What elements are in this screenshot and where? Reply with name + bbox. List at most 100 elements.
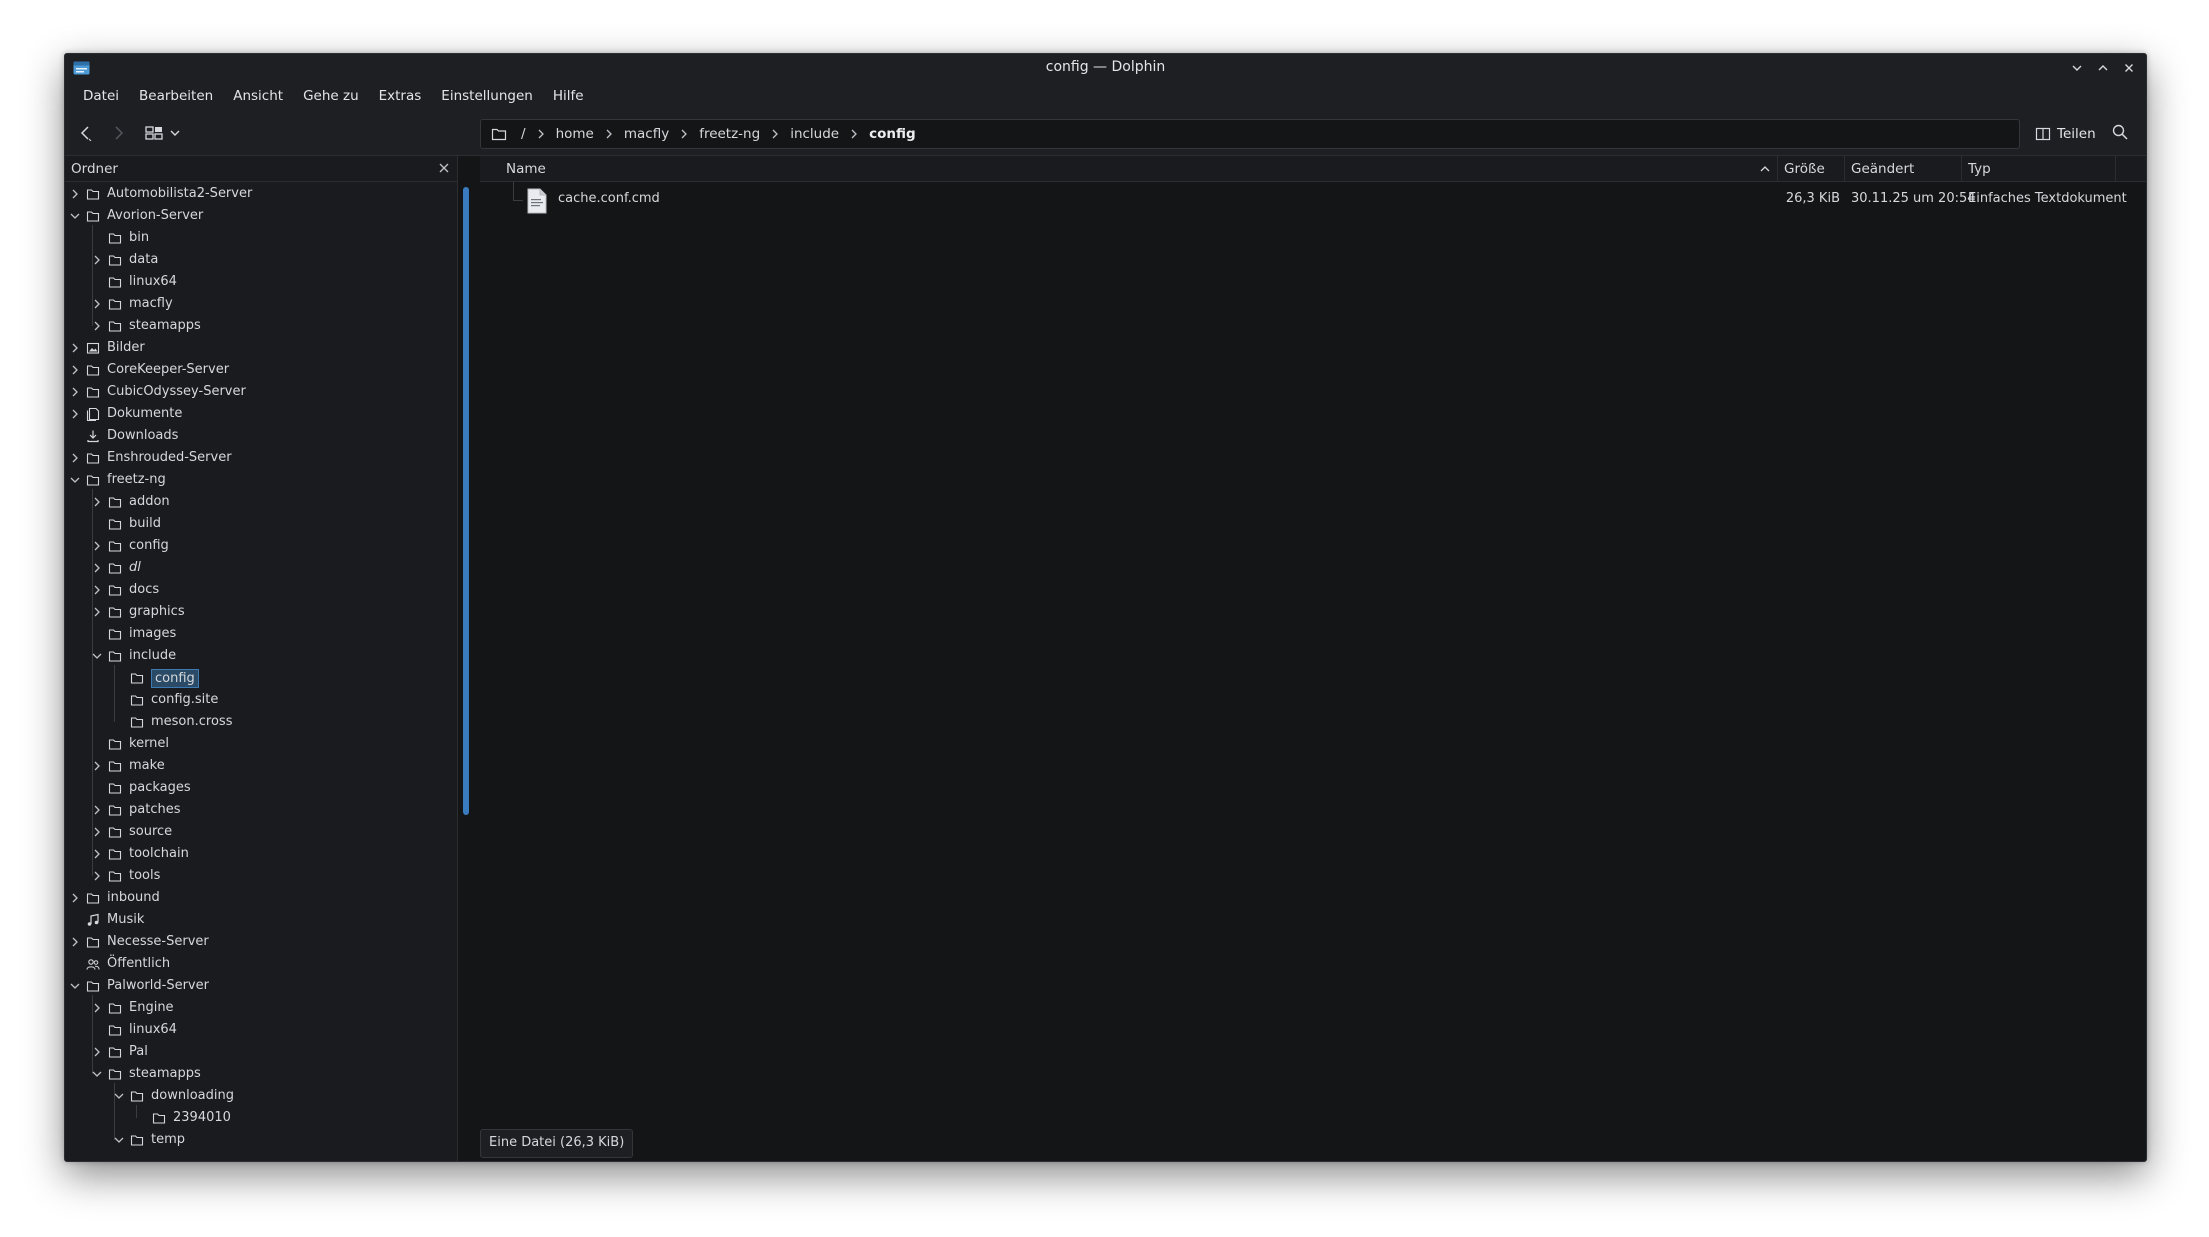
chevron-right-icon[interactable] <box>69 342 81 354</box>
breadcrumb-home[interactable]: home <box>550 126 600 142</box>
column-name[interactable]: Name <box>500 156 1778 182</box>
scrollbar[interactable] <box>463 183 469 1161</box>
tree-item[interactable]: inbound <box>65 887 445 909</box>
view-mode-button[interactable] <box>143 122 165 144</box>
tree-item[interactable]: CoreKeeper-Server <box>65 359 445 381</box>
file-row[interactable]: cache.conf.cmd 26,3 KiB 30.11.25 um 20:5… <box>480 182 2146 214</box>
chevron-right-icon[interactable] <box>69 386 81 398</box>
menu-ansicht[interactable]: Ansicht <box>223 84 293 108</box>
tree-item[interactable]: graphics <box>65 601 445 623</box>
tree-item[interactable]: toolchain <box>65 843 445 865</box>
tree-item[interactable]: bin <box>65 227 445 249</box>
maximize-button[interactable] <box>2092 57 2114 79</box>
tree-item[interactable]: Öffentlich <box>65 953 445 975</box>
tree-item[interactable]: Dokumente <box>65 403 445 425</box>
column-type[interactable]: Typ <box>1962 156 2116 182</box>
chevron-right-icon[interactable] <box>69 892 81 904</box>
tree-item[interactable]: data <box>65 249 445 271</box>
chevron-right-icon[interactable] <box>91 826 103 838</box>
menu-einstellungen[interactable]: Einstellungen <box>431 84 543 108</box>
tree-item[interactable]: build <box>65 513 445 535</box>
chevron-right-icon[interactable] <box>91 254 103 266</box>
tree-item[interactable]: steamapps <box>65 315 445 337</box>
tree-item[interactable]: CubicOdyssey-Server <box>65 381 445 403</box>
chevron-down-icon[interactable] <box>69 210 81 222</box>
tree-item[interactable]: make <box>65 755 445 777</box>
tree-item[interactable]: tools <box>65 865 445 887</box>
tree-item[interactable]: linux64 <box>65 271 445 293</box>
chevron-right-icon[interactable] <box>69 364 81 376</box>
tree-item[interactable]: Musik <box>65 909 445 931</box>
location-bar[interactable]: / home macfly freetz-ng include config <box>480 119 2020 149</box>
breadcrumb-config[interactable]: config <box>863 126 922 142</box>
chevron-right-icon[interactable] <box>91 562 103 574</box>
minimize-button[interactable] <box>2066 57 2088 79</box>
tree-item[interactable]: config.site <box>65 689 445 711</box>
tree-item[interactable]: patches <box>65 799 445 821</box>
tree-item[interactable]: Necesse-Server <box>65 931 445 953</box>
chevron-down-icon[interactable] <box>113 1090 125 1102</box>
chevron-down-icon[interactable] <box>69 980 81 992</box>
tree-item[interactable]: dl <box>65 557 445 579</box>
tree-item[interactable]: source <box>65 821 445 843</box>
tree-item[interactable]: macfly <box>65 293 445 315</box>
menu-bearbeiten[interactable]: Bearbeiten <box>129 84 223 108</box>
tree-item[interactable]: Avorion-Server <box>65 205 445 227</box>
tree-item[interactable]: Bilder <box>65 337 445 359</box>
chevron-right-icon[interactable] <box>91 1046 103 1058</box>
tree-item[interactable]: Automobilista2-Server <box>65 183 445 205</box>
chevron-right-icon[interactable] <box>91 496 103 508</box>
tree-item[interactable]: config <box>65 667 445 689</box>
tree-item[interactable]: temp <box>65 1129 445 1151</box>
tree-item[interactable]: images <box>65 623 445 645</box>
menu-gehe-zu[interactable]: Gehe zu <box>293 84 369 108</box>
scrollbar-thumb[interactable] <box>463 187 469 815</box>
chevron-right-icon[interactable] <box>91 584 103 596</box>
chevron-down-icon[interactable] <box>113 1134 125 1146</box>
tree-item[interactable]: meson.cross <box>65 711 445 733</box>
chevron-right-icon[interactable] <box>91 804 103 816</box>
tree-item[interactable]: addon <box>65 491 445 513</box>
column-modified[interactable]: Geändert <box>1845 156 1962 182</box>
forward-button[interactable] <box>105 122 131 144</box>
tree-item[interactable]: kernel <box>65 733 445 755</box>
tree-item[interactable]: linux64 <box>65 1019 445 1041</box>
breadcrumb-root[interactable]: / <box>515 126 532 142</box>
chevron-right-icon[interactable] <box>69 452 81 464</box>
column-size[interactable]: Größe <box>1778 156 1845 182</box>
chevron-right-icon[interactable] <box>69 936 81 948</box>
tree-item[interactable]: 2394010 <box>65 1107 445 1129</box>
back-button[interactable] <box>73 122 99 144</box>
close-button[interactable] <box>2118 57 2140 79</box>
chevron-right-icon[interactable] <box>91 298 103 310</box>
view-mode-dropdown[interactable] <box>167 122 183 144</box>
menu-extras[interactable]: Extras <box>369 84 432 108</box>
close-icon[interactable] <box>437 161 451 175</box>
chevron-right-icon[interactable] <box>91 848 103 860</box>
tree-item[interactable]: downloading <box>65 1085 445 1107</box>
tree-item[interactable]: Enshrouded-Server <box>65 447 445 469</box>
chevron-right-icon[interactable] <box>91 606 103 618</box>
tree-item[interactable]: Palworld-Server <box>65 975 445 997</box>
tree-item[interactable]: steamapps <box>65 1063 445 1085</box>
tree-item[interactable]: include <box>65 645 445 667</box>
chevron-right-icon[interactable] <box>91 1002 103 1014</box>
tree-item[interactable]: Pal <box>65 1041 445 1063</box>
search-button[interactable] <box>2111 123 2129 145</box>
chevron-right-icon[interactable] <box>69 408 81 420</box>
chevron-right-icon[interactable] <box>91 540 103 552</box>
tree-item[interactable]: packages <box>65 777 445 799</box>
chevron-right-icon[interactable] <box>69 188 81 200</box>
menu-datei[interactable]: Datei <box>73 84 129 108</box>
chevron-right-icon[interactable] <box>91 760 103 772</box>
tree-item[interactable]: Engine <box>65 997 445 1019</box>
breadcrumb-macfly[interactable]: macfly <box>618 126 675 142</box>
share-button[interactable]: Teilen <box>2035 119 2096 149</box>
tree-item[interactable]: config <box>65 535 445 557</box>
chevron-down-icon[interactable] <box>91 1068 103 1080</box>
breadcrumb-freetz-ng[interactable]: freetz-ng <box>693 126 766 142</box>
chevron-right-icon[interactable] <box>91 870 103 882</box>
tree-item[interactable]: Downloads <box>65 425 445 447</box>
chevron-down-icon[interactable] <box>69 474 81 486</box>
chevron-right-icon[interactable] <box>91 320 103 332</box>
